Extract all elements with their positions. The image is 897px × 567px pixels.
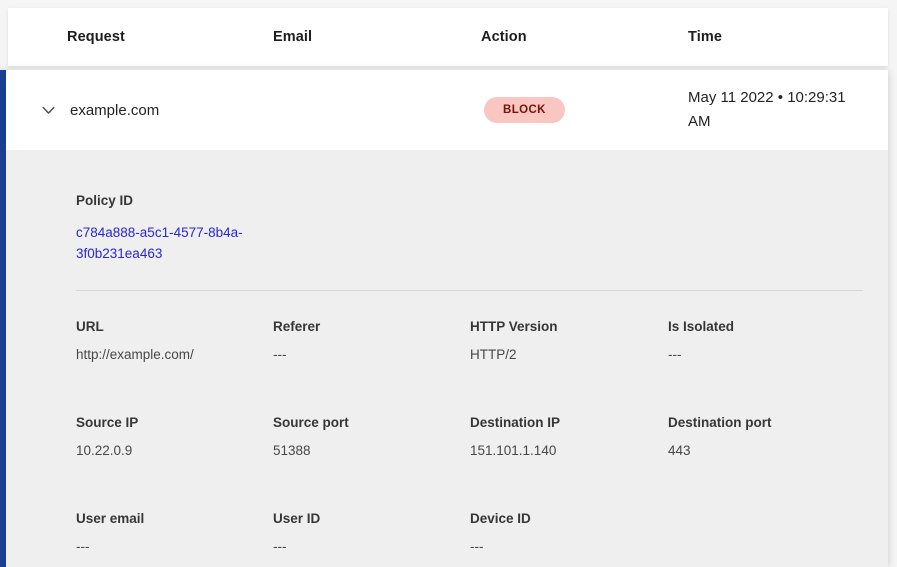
field-destination-ip: Destination IP 151.101.1.140 bbox=[470, 415, 668, 459]
field-value: http://example.com/ bbox=[76, 347, 273, 363]
field-label: Source port bbox=[273, 415, 470, 431]
field-is-isolated: Is Isolated --- bbox=[668, 319, 888, 363]
block-status-badge: BLOCK bbox=[484, 97, 565, 123]
policy-id-label: Policy ID bbox=[76, 193, 888, 209]
field-value: --- bbox=[273, 539, 470, 555]
field-value: 151.101.1.140 bbox=[470, 443, 668, 459]
log-details-panel: Policy ID c784a888-a5c1-4577-8b4a-3f0b23… bbox=[6, 150, 888, 567]
field-destination-port: Destination port 443 bbox=[668, 415, 888, 459]
row-expand-toggle[interactable] bbox=[6, 102, 70, 119]
field-value: --- bbox=[76, 539, 273, 555]
expanded-log-card: example.com BLOCK May 11 2022 • 10:29:31… bbox=[0, 70, 888, 567]
field-label: Source IP bbox=[76, 415, 273, 431]
log-table-row[interactable]: example.com BLOCK May 11 2022 • 10:29:31… bbox=[6, 70, 888, 150]
field-url: URL http://example.com/ bbox=[76, 319, 273, 363]
column-header-time: Time bbox=[688, 29, 888, 45]
field-label: Destination IP bbox=[470, 415, 668, 431]
field-value: --- bbox=[470, 539, 668, 555]
section-divider bbox=[76, 290, 863, 291]
field-value: --- bbox=[668, 347, 888, 363]
field-label: Is Isolated bbox=[668, 319, 888, 335]
field-source-port: Source port 51388 bbox=[273, 415, 470, 459]
field-source-ip: Source IP 10.22.0.9 bbox=[76, 415, 273, 459]
chevron-down-icon bbox=[40, 102, 57, 119]
field-user-email: User email --- bbox=[76, 511, 273, 555]
detail-section-request: URL http://example.com/ Referer --- HTTP… bbox=[76, 319, 888, 363]
detail-section-user: User email --- User ID --- Device ID --- bbox=[76, 511, 888, 555]
policy-id-section: Policy ID c784a888-a5c1-4577-8b4a-3f0b23… bbox=[76, 193, 888, 264]
field-label: HTTP Version bbox=[470, 319, 668, 335]
gateway-http-logs-page: Request Email Action Time example.com BL… bbox=[0, 8, 897, 567]
field-label: Destination port bbox=[668, 415, 888, 431]
field-value: 10.22.0.9 bbox=[76, 443, 273, 459]
field-value: 443 bbox=[668, 443, 888, 459]
detail-section-network: Source IP 10.22.0.9 Source port 51388 De… bbox=[76, 415, 888, 459]
field-referer: Referer --- bbox=[273, 319, 470, 363]
field-device-id: Device ID --- bbox=[470, 511, 668, 555]
field-http-version: HTTP Version HTTP/2 bbox=[470, 319, 668, 363]
table-header: Request Email Action Time bbox=[8, 8, 888, 66]
time-value: May 11 2022 • 10:29:31 AM bbox=[688, 86, 888, 134]
field-value: --- bbox=[273, 347, 470, 363]
request-value: example.com bbox=[70, 102, 273, 119]
field-label: Device ID bbox=[470, 511, 668, 527]
field-label: URL bbox=[76, 319, 273, 335]
field-label: Referer bbox=[273, 319, 470, 335]
field-label: User email bbox=[76, 511, 273, 527]
policy-id-link[interactable]: c784a888-a5c1-4577-8b4a-3f0b231ea463 bbox=[76, 222, 276, 264]
column-header-action: Action bbox=[481, 29, 688, 45]
column-header-request: Request bbox=[67, 29, 273, 45]
field-value: HTTP/2 bbox=[470, 347, 668, 363]
column-header-email: Email bbox=[273, 29, 481, 45]
field-user-id: User ID --- bbox=[273, 511, 470, 555]
field-label: User ID bbox=[273, 511, 470, 527]
action-cell: BLOCK bbox=[481, 97, 688, 123]
field-value: 51388 bbox=[273, 443, 470, 459]
